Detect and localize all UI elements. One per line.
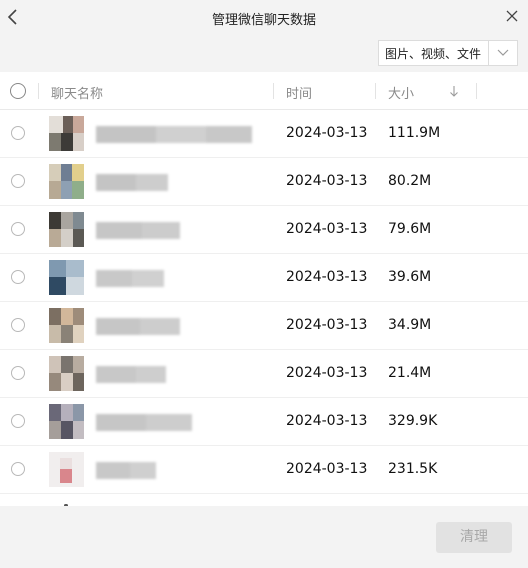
avatar [49, 356, 84, 391]
dropdown-selected-value: 图片、视频、文件 [385, 46, 482, 61]
table-row[interactable]: 2024-03-13 80.2M [0, 158, 528, 206]
row-select-radio[interactable] [11, 270, 25, 284]
column-divider [476, 83, 477, 99]
clean-button[interactable]: 清理 [436, 522, 512, 553]
table-row[interactable]: 2024-03-13 21.4M [0, 350, 528, 398]
column-header-name: 聊天名称 [51, 87, 104, 102]
row-time: 2024-03-13 [286, 413, 368, 429]
table-row[interactable]: 2024-03-13 39.6M [0, 254, 528, 302]
avatar [49, 308, 84, 343]
row-size: 79.6M [388, 221, 432, 237]
row-size: 111.9M [388, 125, 441, 141]
row-time: 2024-03-13 [286, 461, 368, 477]
table-header: 聊天名称 时间 大小 [0, 72, 528, 110]
table-row[interactable]: 2024-03-13 231.5K [0, 446, 528, 494]
row-size: 80.2M [388, 173, 432, 189]
file-type-dropdown[interactable]: 图片、视频、文件 [378, 40, 518, 66]
row-select-radio[interactable] [11, 414, 25, 428]
row-size: 34.9M [388, 317, 432, 333]
column-divider [38, 83, 39, 99]
row-select-radio[interactable] [11, 318, 25, 332]
row-size: 39.6M [388, 269, 432, 285]
row-time: 2024-03-13 [286, 365, 368, 381]
chat-name-blurred [96, 414, 192, 431]
chat-name-blurred [96, 174, 168, 191]
row-time: 2024-03-13 [286, 173, 368, 189]
table-row-partial [0, 494, 528, 506]
avatar [49, 212, 84, 247]
chat-name-blurred [96, 366, 166, 383]
avatar [49, 260, 84, 295]
select-all-radio[interactable] [10, 83, 26, 99]
row-time: 2024-03-13 [286, 269, 368, 285]
avatar [49, 116, 84, 151]
row-select-radio[interactable] [11, 126, 25, 140]
table-row[interactable]: 2024-03-13 34.9M [0, 302, 528, 350]
row-select-radio[interactable] [11, 174, 25, 188]
dropdown-toggle[interactable] [488, 41, 517, 65]
column-header-size[interactable]: 大小 [388, 83, 414, 102]
avatar [64, 504, 68, 506]
row-select-radio[interactable] [11, 222, 25, 236]
avatar [49, 164, 84, 199]
row-size: 21.4M [388, 365, 432, 381]
chat-name-blurred [96, 126, 252, 143]
column-divider [375, 83, 376, 99]
title-bar: 管理微信聊天数据 [0, 0, 528, 34]
chat-name-blurred [96, 270, 164, 287]
chat-name-blurred [96, 222, 180, 239]
table-row[interactable]: 2024-03-13 79.6M [0, 206, 528, 254]
chat-name-blurred [96, 318, 180, 335]
row-size: 231.5K [388, 461, 438, 477]
chat-name-blurred [96, 462, 156, 479]
row-size: 329.9K [388, 413, 438, 429]
row-time: 2024-03-13 [286, 317, 368, 333]
window-title: 管理微信聊天数据 [211, 13, 316, 28]
table-body: 2024-03-13 111.9M 2024-03-13 80.2M 2024-… [0, 110, 528, 506]
row-time: 2024-03-13 [286, 125, 368, 141]
avatar [49, 452, 84, 487]
row-select-radio[interactable] [11, 366, 25, 380]
close-icon[interactable] [506, 10, 518, 22]
row-time: 2024-03-13 [286, 221, 368, 237]
chevron-down-icon [497, 49, 509, 56]
avatar [49, 404, 84, 439]
table-row[interactable]: 2024-03-13 111.9M [0, 110, 528, 158]
chat-data-table: 聊天名称 时间 大小 2024-03-13 111.9M 2024-03-13 … [0, 72, 528, 506]
column-header-time: 时间 [286, 87, 313, 102]
table-row[interactable]: 2024-03-13 329.9K [0, 398, 528, 446]
column-divider [273, 83, 274, 99]
row-select-radio[interactable] [11, 462, 25, 476]
arrow-down-icon[interactable] [449, 85, 459, 97]
